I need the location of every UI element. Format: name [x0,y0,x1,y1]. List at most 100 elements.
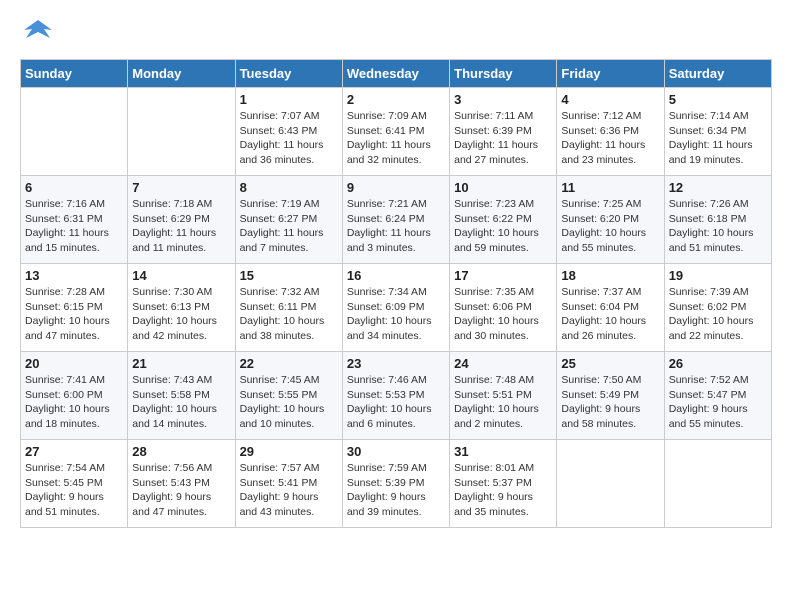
calendar-cell: 24 Sunrise: 7:48 AM Sunset: 5:51 PM Dayli… [450,352,557,440]
day-info: Sunrise: 7:54 AM Sunset: 5:45 PM Dayligh… [25,461,123,520]
day-number: 3 [454,92,552,107]
day-info: Sunrise: 7:56 AM Sunset: 5:43 PM Dayligh… [132,461,230,520]
day-number: 18 [561,268,659,283]
day-number: 13 [25,268,123,283]
day-info: Sunrise: 7:09 AM Sunset: 6:41 PM Dayligh… [347,109,445,168]
calendar-cell: 13 Sunrise: 7:28 AM Sunset: 6:15 PM Dayli… [21,264,128,352]
calendar-week-5: 27 Sunrise: 7:54 AM Sunset: 5:45 PM Dayli… [21,440,772,528]
logo-bird-icon [24,16,52,49]
page-header [20,20,772,49]
day-number: 4 [561,92,659,107]
calendar-cell: 23 Sunrise: 7:46 AM Sunset: 5:53 PM Dayli… [342,352,449,440]
weekday-header-friday: Friday [557,60,664,88]
calendar-cell: 30Sunrise: 7:59 AM Sunset: 5:39 PM Dayli… [342,440,449,528]
calendar-cell: 17 Sunrise: 7:35 AM Sunset: 6:06 PM Dayli… [450,264,557,352]
calendar-cell: 1 Sunrise: 7:07 AM Sunset: 6:43 PM Daylig… [235,88,342,176]
day-number: 22 [240,356,338,371]
day-info: Sunrise: 8:01 AM Sunset: 5:37 PM Dayligh… [454,461,552,520]
calendar-header: SundayMondayTuesdayWednesdayThursdayFrid… [21,60,772,88]
calendar-week-4: 20Sunrise: 7:41 AM Sunset: 6:00 PM Dayli… [21,352,772,440]
day-info: Sunrise: 7:26 AM Sunset: 6:18 PM Dayligh… [669,197,767,256]
day-info: Sunrise: 7:11 AM Sunset: 6:39 PM Dayligh… [454,109,552,168]
day-number: 8 [240,180,338,195]
day-number: 27 [25,444,123,459]
day-info: Sunrise: 7:23 AM Sunset: 6:22 PM Dayligh… [454,197,552,256]
day-number: 29 [240,444,338,459]
calendar-cell [557,440,664,528]
day-info: Sunrise: 7:50 AM Sunset: 5:49 PM Dayligh… [561,373,659,432]
calendar-cell: 3 Sunrise: 7:11 AM Sunset: 6:39 PM Daylig… [450,88,557,176]
weekday-header-sunday: Sunday [21,60,128,88]
day-number: 10 [454,180,552,195]
calendar-cell: 21 Sunrise: 7:43 AM Sunset: 5:58 PM Dayli… [128,352,235,440]
day-number: 17 [454,268,552,283]
day-number: 2 [347,92,445,107]
day-info: Sunrise: 7:19 AM Sunset: 6:27 PM Dayligh… [240,197,338,256]
day-info: Sunrise: 7:59 AM Sunset: 5:39 PM Dayligh… [347,461,445,520]
logo [20,20,52,49]
day-info: Sunrise: 7:48 AM Sunset: 5:51 PM Dayligh… [454,373,552,432]
day-number: 14 [132,268,230,283]
day-number: 11 [561,180,659,195]
day-number: 6 [25,180,123,195]
day-info: Sunrise: 7:12 AM Sunset: 6:36 PM Dayligh… [561,109,659,168]
day-info: Sunrise: 7:46 AM Sunset: 5:53 PM Dayligh… [347,373,445,432]
weekday-header-wednesday: Wednesday [342,60,449,88]
day-info: Sunrise: 7:28 AM Sunset: 6:15 PM Dayligh… [25,285,123,344]
calendar-cell: 11 Sunrise: 7:25 AM Sunset: 6:20 PM Dayli… [557,176,664,264]
day-info: Sunrise: 7:32 AM Sunset: 6:11 PM Dayligh… [240,285,338,344]
calendar-cell [664,440,771,528]
calendar-cell [21,88,128,176]
day-number: 26 [669,356,767,371]
calendar-cell: 6 Sunrise: 7:16 AM Sunset: 6:31 PM Daylig… [21,176,128,264]
day-info: Sunrise: 7:25 AM Sunset: 6:20 PM Dayligh… [561,197,659,256]
day-info: Sunrise: 7:57 AM Sunset: 5:41 PM Dayligh… [240,461,338,520]
calendar-cell: 12 Sunrise: 7:26 AM Sunset: 6:18 PM Dayli… [664,176,771,264]
calendar-week-1: 1 Sunrise: 7:07 AM Sunset: 6:43 PM Daylig… [21,88,772,176]
day-number: 1 [240,92,338,107]
calendar-cell: 7 Sunrise: 7:18 AM Sunset: 6:29 PM Daylig… [128,176,235,264]
day-info: Sunrise: 7:41 AM Sunset: 6:00 PM Dayligh… [25,373,123,432]
calendar-body: 1 Sunrise: 7:07 AM Sunset: 6:43 PM Daylig… [21,88,772,528]
calendar-cell: 22 Sunrise: 7:45 AM Sunset: 5:55 PM Dayli… [235,352,342,440]
day-info: Sunrise: 7:16 AM Sunset: 6:31 PM Dayligh… [25,197,123,256]
calendar-cell: 20Sunrise: 7:41 AM Sunset: 6:00 PM Dayli… [21,352,128,440]
calendar-week-2: 6 Sunrise: 7:16 AM Sunset: 6:31 PM Daylig… [21,176,772,264]
day-number: 5 [669,92,767,107]
calendar-cell: 14 Sunrise: 7:30 AM Sunset: 6:13 PM Dayli… [128,264,235,352]
day-number: 31 [454,444,552,459]
day-number: 9 [347,180,445,195]
calendar-week-3: 13 Sunrise: 7:28 AM Sunset: 6:15 PM Dayli… [21,264,772,352]
day-number: 25 [561,356,659,371]
day-number: 24 [454,356,552,371]
calendar-cell: 26 Sunrise: 7:52 AM Sunset: 5:47 PM Dayli… [664,352,771,440]
calendar-table: SundayMondayTuesdayWednesdayThursdayFrid… [20,59,772,528]
calendar-cell: 2 Sunrise: 7:09 AM Sunset: 6:41 PM Daylig… [342,88,449,176]
day-number: 7 [132,180,230,195]
calendar-cell: 31 Sunrise: 8:01 AM Sunset: 5:37 PM Dayli… [450,440,557,528]
calendar-cell: 15Sunrise: 7:32 AM Sunset: 6:11 PM Dayli… [235,264,342,352]
weekday-header-monday: Monday [128,60,235,88]
day-info: Sunrise: 7:07 AM Sunset: 6:43 PM Dayligh… [240,109,338,168]
calendar-cell: 18Sunrise: 7:37 AM Sunset: 6:04 PM Dayli… [557,264,664,352]
day-info: Sunrise: 7:30 AM Sunset: 6:13 PM Dayligh… [132,285,230,344]
calendar-cell: 29 Sunrise: 7:57 AM Sunset: 5:41 PM Dayli… [235,440,342,528]
day-number: 23 [347,356,445,371]
calendar-cell [128,88,235,176]
weekday-header-saturday: Saturday [664,60,771,88]
calendar-cell: 4 Sunrise: 7:12 AM Sunset: 6:36 PM Daylig… [557,88,664,176]
day-info: Sunrise: 7:18 AM Sunset: 6:29 PM Dayligh… [132,197,230,256]
calendar-cell: 9Sunrise: 7:21 AM Sunset: 6:24 PM Daylig… [342,176,449,264]
day-info: Sunrise: 7:14 AM Sunset: 6:34 PM Dayligh… [669,109,767,168]
day-info: Sunrise: 7:35 AM Sunset: 6:06 PM Dayligh… [454,285,552,344]
day-info: Sunrise: 7:52 AM Sunset: 5:47 PM Dayligh… [669,373,767,432]
day-number: 21 [132,356,230,371]
calendar-cell: 19Sunrise: 7:39 AM Sunset: 6:02 PM Dayli… [664,264,771,352]
calendar-cell: 16Sunrise: 7:34 AM Sunset: 6:09 PM Dayli… [342,264,449,352]
day-number: 12 [669,180,767,195]
calendar-cell: 5 Sunrise: 7:14 AM Sunset: 6:34 PM Daylig… [664,88,771,176]
day-number: 19 [669,268,767,283]
calendar-cell: 10 Sunrise: 7:23 AM Sunset: 6:22 PM Dayli… [450,176,557,264]
day-info: Sunrise: 7:45 AM Sunset: 5:55 PM Dayligh… [240,373,338,432]
day-info: Sunrise: 7:43 AM Sunset: 5:58 PM Dayligh… [132,373,230,432]
